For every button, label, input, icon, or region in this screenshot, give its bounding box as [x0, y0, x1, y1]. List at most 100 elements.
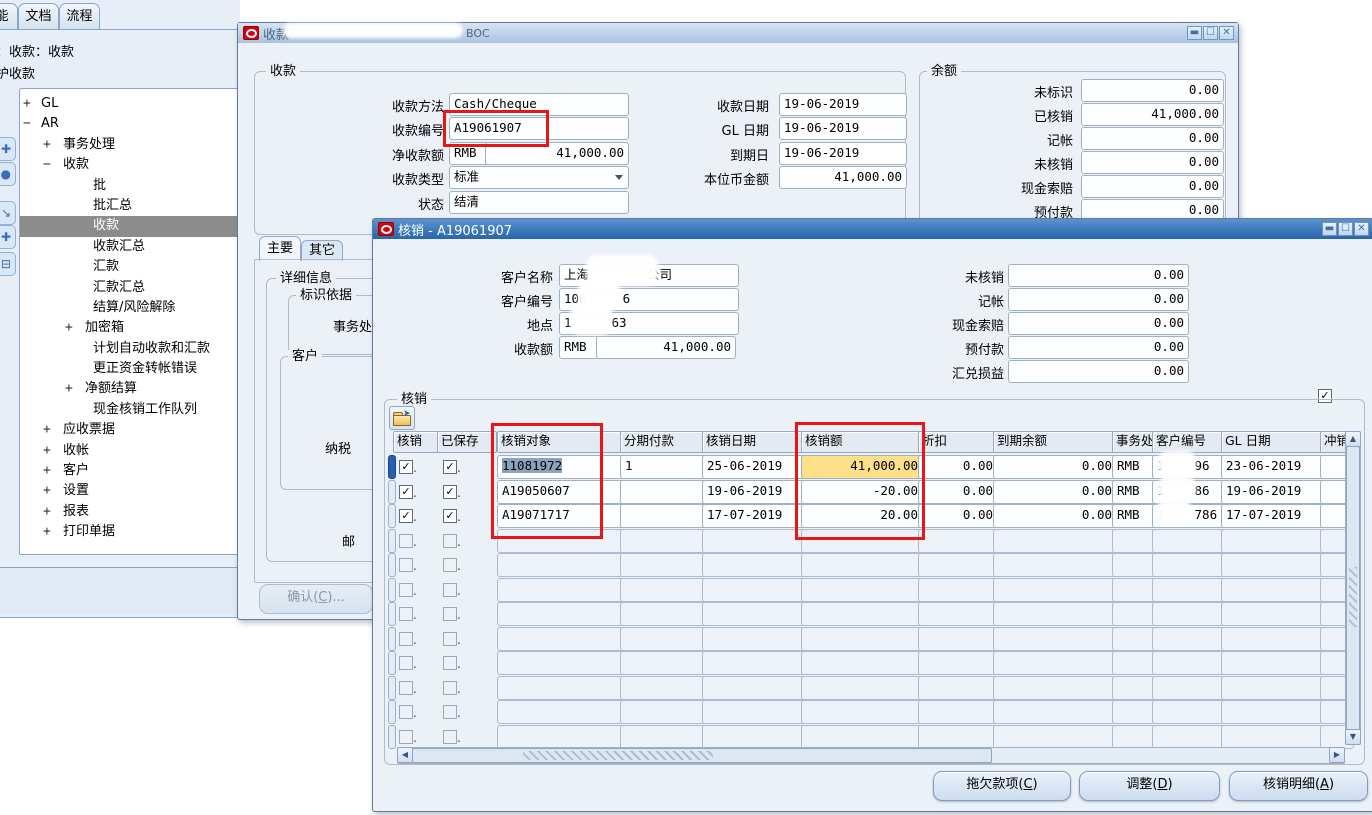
close-icon[interactable]: ✕: [1354, 222, 1369, 236]
tree-item-15[interactable]: 现金核销工作队列: [20, 400, 241, 420]
cell-discount[interactable]: [918, 651, 998, 675]
record-selector[interactable]: [388, 602, 396, 626]
cell-discount[interactable]: [918, 553, 998, 577]
cell-apply_date[interactable]: [702, 529, 806, 553]
saved-checkbox[interactable]: [443, 607, 457, 621]
action-button-C[interactable]: 拖欠款项(C): [933, 771, 1071, 801]
toolbar-button[interactable]: ●: [0, 162, 16, 186]
tree-expander[interactable]: +: [43, 461, 51, 481]
saved-checkbox[interactable]: [443, 583, 457, 597]
cell-amount[interactable]: [801, 602, 923, 626]
cell-gl_date[interactable]: 17-07-2019: [1221, 504, 1327, 528]
cell-customer[interactable]: [1152, 676, 1228, 700]
scroll-right-icon[interactable]: ▶: [1329, 747, 1345, 763]
cell-customer[interactable]: [1152, 725, 1228, 749]
tree-item-21[interactable]: +打印单据: [20, 522, 241, 542]
tree-item-14[interactable]: +净额结算: [20, 379, 241, 399]
cell-installment[interactable]: [620, 504, 707, 528]
record-selector[interactable]: [388, 480, 396, 504]
navigator-tree[interactable]: +GL−AR+事务处理−收款批批汇总收款收款汇总汇款汇款汇总结算/风险解除+加密…: [19, 88, 242, 555]
tree-expander[interactable]: +: [43, 420, 51, 440]
gl-date-field[interactable]: 19-06-2019: [779, 117, 907, 140]
cell-gl_date[interactable]: [1221, 578, 1327, 602]
cell-installment[interactable]: [620, 529, 707, 553]
tree-expander[interactable]: +: [23, 94, 31, 114]
tab-other[interactable]: 其它: [301, 240, 343, 261]
record-selector[interactable]: [388, 725, 396, 749]
cell-apply_date[interactable]: [702, 602, 806, 626]
balance-field[interactable]: 0.00: [1081, 151, 1224, 174]
cell-installment[interactable]: [620, 676, 707, 700]
cell-balance_due[interactable]: [993, 651, 1117, 675]
cell-gl_date[interactable]: [1221, 651, 1327, 675]
cell-installment[interactable]: [620, 725, 707, 749]
tree-expander[interactable]: +: [43, 135, 51, 155]
cell-balance_due[interactable]: [993, 529, 1117, 553]
tree-item-18[interactable]: +客户: [20, 461, 241, 481]
cell-customer[interactable]: [1152, 700, 1228, 724]
cell-gl_date[interactable]: [1221, 725, 1327, 749]
scroll-left-icon[interactable]: ◀: [397, 747, 413, 763]
tree-item-6[interactable]: 收款: [20, 216, 241, 236]
cell-gl_date[interactable]: 23-06-2019: [1221, 455, 1327, 479]
saved-checkbox[interactable]: [443, 632, 457, 646]
saved-checkbox[interactable]: ✓: [443, 509, 457, 523]
cell-amount[interactable]: [801, 578, 923, 602]
cell-gl_date[interactable]: [1221, 700, 1327, 724]
saved-checkbox[interactable]: ✓: [443, 460, 457, 474]
toolbar-button[interactable]: ✚: [0, 137, 16, 161]
receipt-date-field[interactable]: 19-06-2019: [779, 93, 907, 116]
receipt-type-combo[interactable]: 标准: [449, 166, 629, 189]
total-field[interactable]: 0.00: [1008, 336, 1189, 359]
horizontal-scrollbar[interactable]: ◀ ▶: [397, 747, 1345, 764]
tree-item-3[interactable]: −收款: [20, 155, 241, 175]
applications-titlebar[interactable]: 核销 - A19061907: [373, 219, 1372, 239]
cell-gl_date[interactable]: [1221, 553, 1327, 577]
cell-target[interactable]: [497, 700, 625, 724]
cell-installment[interactable]: [620, 578, 707, 602]
cell-amount[interactable]: [801, 627, 923, 651]
tab-main[interactable]: 主要: [259, 236, 301, 261]
tree-expander[interactable]: −: [23, 114, 31, 134]
tab-documents[interactable]: 文档: [18, 3, 59, 30]
total-field[interactable]: 0.00: [1008, 264, 1189, 287]
action-button-D[interactable]: 调整(D): [1079, 771, 1220, 801]
cell-installment[interactable]: [620, 602, 707, 626]
applied-checkbox[interactable]: [399, 607, 413, 621]
confirm-button[interactable]: 确认(C)...: [259, 584, 373, 614]
minimize-icon[interactable]: ▬: [1322, 222, 1337, 236]
close-icon[interactable]: ✕: [1219, 26, 1234, 40]
tree-expander[interactable]: +: [65, 318, 73, 338]
balance-field[interactable]: 0.00: [1081, 127, 1224, 150]
tree-item-7[interactable]: 收款汇总: [20, 237, 241, 257]
cell-balance_due[interactable]: [993, 627, 1117, 651]
cell-discount[interactable]: [918, 578, 998, 602]
cell-balance_due[interactable]: [993, 700, 1117, 724]
cell-apply_date[interactable]: [702, 627, 806, 651]
total-field[interactable]: 0.00: [1008, 360, 1189, 383]
cell-discount[interactable]: [918, 725, 998, 749]
record-selector[interactable]: [388, 455, 396, 479]
applied-checkbox[interactable]: [399, 656, 413, 670]
record-selector[interactable]: [388, 676, 396, 700]
record-selector[interactable]: [388, 700, 396, 724]
cell-balance_due[interactable]: [993, 676, 1117, 700]
minimize-icon[interactable]: ▬: [1187, 26, 1202, 40]
cell-gl_date[interactable]: [1221, 602, 1327, 626]
receipt-amount-field[interactable]: 41,000.00: [596, 336, 736, 359]
cell-customer[interactable]: [1152, 602, 1228, 626]
tree-item-4[interactable]: 批: [20, 176, 241, 196]
tree-item-11[interactable]: +加密箱: [20, 318, 241, 338]
tree-expander[interactable]: −: [43, 155, 51, 175]
cell-apply_date[interactable]: 17-07-2019: [702, 504, 806, 528]
vertical-scrollbar-thumb[interactable]: [1346, 446, 1360, 730]
tree-item-16[interactable]: +应收票据: [20, 420, 241, 440]
cell-amount[interactable]: [801, 725, 923, 749]
cell-apply_date[interactable]: 25-06-2019: [702, 455, 806, 479]
cell-balance_due[interactable]: [993, 725, 1117, 749]
col-header-customer[interactable]: 客户编号: [1152, 431, 1226, 453]
balance-field[interactable]: 41,000.00: [1081, 103, 1224, 126]
record-selector[interactable]: [388, 627, 396, 651]
cell-target[interactable]: [497, 602, 625, 626]
cell-apply_date[interactable]: [702, 651, 806, 675]
